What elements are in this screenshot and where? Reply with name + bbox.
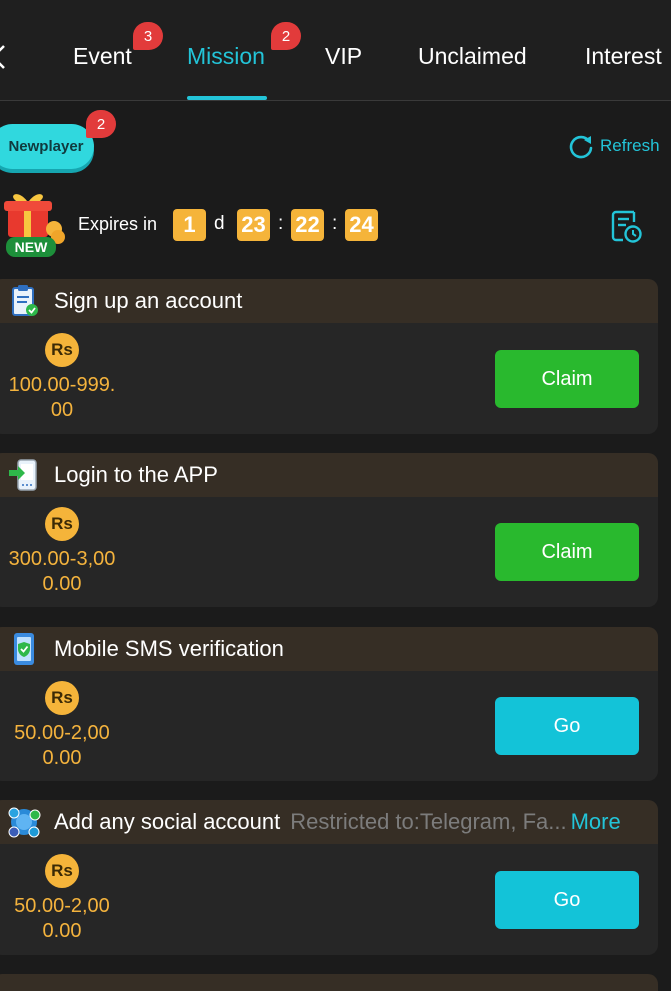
mission-reward-line-1: 50.00-2,00 bbox=[14, 895, 110, 917]
more-link[interactable]: More bbox=[571, 809, 621, 835]
tab-mission-badge: 2 bbox=[271, 22, 301, 50]
mission-card-body: Rs 50.00-2,00 0.00 Go bbox=[0, 671, 658, 781]
mission-reward: 100.00-999. 00 bbox=[0, 373, 127, 423]
countdown-hours: 23 bbox=[237, 209, 270, 241]
countdown-days: 1 bbox=[173, 209, 206, 241]
mission-reward: 50.00-2,00 0.00 bbox=[0, 721, 127, 771]
active-tab-indicator bbox=[187, 96, 267, 100]
refresh-icon bbox=[569, 135, 593, 159]
mission-card-header: Add any social account Restricted to:Tel… bbox=[0, 800, 658, 844]
tab-unclaimed[interactable]: Unclaimed bbox=[418, 42, 527, 70]
countdown-minutes: 22 bbox=[291, 209, 324, 241]
mission-card-header: Sign up an account bbox=[0, 279, 658, 323]
countdown-separator: : bbox=[332, 213, 338, 234]
clipboard-check-icon bbox=[12, 285, 38, 316]
rupee-coin-icon: Rs bbox=[45, 333, 79, 367]
mission-reward-line-2: 0.00 bbox=[42, 747, 82, 769]
mission-card: Login to the APP Rs 300.00-3,00 0.00 Cla… bbox=[0, 453, 658, 607]
mission-card-body: Rs 300.00-3,00 0.00 Claim bbox=[0, 497, 658, 607]
phone-login-icon bbox=[9, 459, 37, 491]
mission-reward: 50.00-2,00 0.00 bbox=[0, 894, 127, 944]
mission-reward-line-2: 00 bbox=[50, 399, 74, 421]
mission-card-body: Rs 100.00-999. 00 Claim bbox=[0, 323, 658, 434]
mission-card-header bbox=[0, 974, 658, 991]
mission-reward-line-2: 0.00 bbox=[42, 573, 82, 595]
mission-history-icon[interactable] bbox=[610, 208, 644, 244]
rupee-coin-icon: Rs bbox=[45, 507, 79, 541]
go-button[interactable]: Go bbox=[495, 871, 639, 929]
mission-reward-line-2: 0.00 bbox=[42, 920, 82, 942]
social-network-icon bbox=[8, 807, 41, 838]
mission-title: Add any social account bbox=[54, 809, 281, 834]
mission-reward-line-1: 50.00-2,00 bbox=[14, 722, 110, 744]
mission-card-body: Rs 50.00-2,00 0.00 Go bbox=[0, 844, 658, 955]
refresh-button[interactable]: Refresh bbox=[568, 133, 660, 159]
mission-reward-line-1: 300.00-3,00 bbox=[8, 548, 116, 570]
claim-button[interactable]: Claim bbox=[495, 523, 639, 581]
top-tab-bar: Event 3 Mission 2 VIP Unclaimed Interest bbox=[0, 0, 671, 101]
tab-event[interactable]: Event bbox=[73, 42, 132, 70]
mission-title: Login to the APP bbox=[54, 462, 218, 487]
go-button[interactable]: Go bbox=[495, 697, 639, 755]
rupee-coin-icon: Rs bbox=[45, 854, 79, 888]
tab-unclaimed-label: Unclaimed bbox=[418, 43, 527, 69]
mission-title: Mobile SMS verification bbox=[54, 636, 284, 661]
tab-vip[interactable]: VIP bbox=[325, 42, 362, 70]
phone-shield-icon bbox=[14, 633, 34, 665]
tab-event-label: Event bbox=[73, 43, 132, 69]
countdown-day-unit: d bbox=[214, 213, 225, 234]
mission-card: Sign up an account Rs 100.00-999. 00 Cla… bbox=[0, 279, 658, 434]
claim-button[interactable]: Claim bbox=[495, 350, 639, 408]
expires-label: Expires in bbox=[78, 214, 158, 234]
countdown-separator: : bbox=[278, 213, 284, 234]
tab-vip-label: VIP bbox=[325, 43, 363, 69]
new-gift-icon: NEW bbox=[4, 194, 65, 257]
newplayer-category-button[interactable]: Newplayer bbox=[0, 124, 94, 169]
mission-title: Sign up an account bbox=[54, 288, 243, 313]
tab-mission-label: Mission bbox=[187, 43, 265, 69]
mission-card-header: Mobile SMS verification bbox=[0, 627, 658, 671]
newplayer-label: Newplayer bbox=[8, 138, 84, 155]
back-chevron-icon[interactable] bbox=[0, 44, 6, 70]
tab-interest-label: Interest bbox=[585, 43, 662, 69]
newplayer-badge: 2 bbox=[86, 110, 116, 138]
rupee-coin-icon: Rs bbox=[45, 681, 79, 715]
mission-reward: 300.00-3,00 0.00 bbox=[0, 547, 127, 597]
mission-card-header: Login to the APP bbox=[0, 453, 658, 497]
tab-mission[interactable]: Mission bbox=[187, 42, 265, 70]
refresh-label: Refresh bbox=[600, 136, 660, 155]
tab-interest[interactable]: Interest bbox=[585, 42, 662, 70]
mission-restriction: Restricted to:Telegram, Fa... bbox=[290, 809, 567, 834]
gift-new-text: NEW bbox=[15, 239, 48, 255]
mission-card bbox=[0, 974, 658, 991]
mission-card: Add any social account Restricted to:Tel… bbox=[0, 800, 658, 955]
tab-event-badge: 3 bbox=[133, 22, 163, 50]
mission-card: Mobile SMS verification Rs 50.00-2,00 0.… bbox=[0, 627, 658, 781]
countdown-seconds: 24 bbox=[345, 209, 378, 241]
mission-reward-line-1: 100.00-999. bbox=[8, 374, 116, 396]
